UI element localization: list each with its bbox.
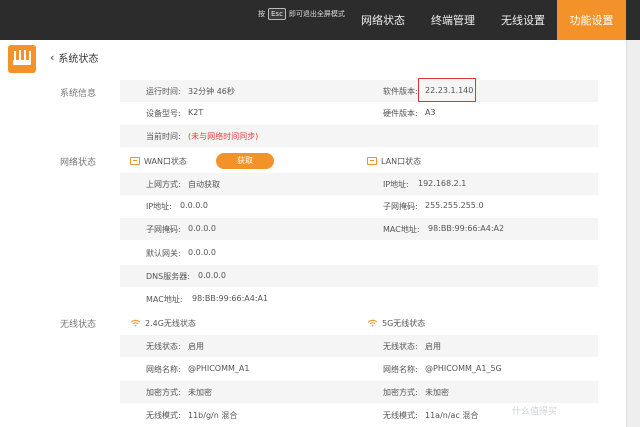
router-logo-icon — [8, 45, 36, 73]
row-band-titles: 2.4G无线状态 5G无线状态 — [120, 312, 598, 334]
wan-mode-label: 上网方式: — [146, 180, 181, 189]
band5-status-label: 无线状态: — [383, 342, 418, 351]
software-version-label: 软件版本: — [383, 87, 418, 96]
band24-ssid-value: @PHICOMM_A1 — [188, 364, 250, 373]
band24-status-value: 启用 — [188, 342, 204, 351]
band24-enc-value: 未加密 — [188, 388, 212, 397]
wan-ip-label: IP地址: — [146, 202, 172, 211]
wan-mask-value: 0.0.0.0 — [188, 224, 216, 233]
nav-network-status[interactable]: 网络状态 — [350, 0, 416, 40]
row-dns: DNS服务器: 0.0.0.0 — [120, 265, 598, 287]
band24-title-label: 2.4G无线状态 — [145, 319, 196, 328]
chevron-left-icon: ‹ — [50, 51, 55, 64]
band5-title-label: 5G无线状态 — [382, 319, 426, 328]
row-current-time: 当前时间: (未与网络时间同步) — [120, 125, 598, 147]
row-ip: IP地址: 0.0.0.0 子网掩码: 255.255.255.0 — [120, 195, 598, 217]
fullscreen-hint-text: 即可退出全屏模式 — [288, 10, 345, 18]
section-system-info: 系统信息 — [60, 89, 97, 99]
row-uptime: 运行时间: 32分钟 46秒 软件版本: 22.23.1.140 — [120, 80, 598, 102]
lan-ip-value: 192.168.2.1 — [418, 179, 467, 188]
uptime-label: 运行时间: — [146, 87, 181, 96]
wan-mac-value: 98:BB:99:66:A4:A1 — [192, 294, 269, 303]
top-nav-bar: 按 Esc 即可退出全屏模式 网络状态 终端管理 无线设置 功能设置 — [0, 0, 640, 40]
back-breadcrumb[interactable]: ‹ 系统状态 — [50, 50, 98, 65]
lan-mask-label: 子网掩码: — [383, 202, 418, 211]
band24-enc-label: 加密方式: — [146, 388, 181, 397]
current-time-label: 当前时间: — [146, 132, 181, 141]
nav-function-settings[interactable]: 功能设置 — [557, 0, 626, 40]
wan-dns-value: 0.0.0.0 — [198, 271, 226, 280]
fullscreen-hint: 按 Esc 即可退出全屏模式 — [258, 5, 345, 23]
row-wan-mac: MAC地址: 98:BB:99:66:A4:A1 — [120, 288, 598, 310]
band24-mode-value: 11b/g/n 混合 — [188, 411, 238, 420]
wan-gateway-label: 默认网关: — [146, 249, 181, 258]
wifi-5g-icon — [367, 319, 378, 327]
band5-enc-value: 未加密 — [425, 388, 449, 397]
lan-mac-label: MAC地址: — [383, 225, 420, 234]
wan-mask-label: 子网掩码: — [146, 225, 181, 234]
model-label: 设备型号: — [146, 109, 181, 118]
breadcrumb-label: 系统状态 — [58, 54, 99, 65]
band5-title: 5G无线状态 — [367, 318, 425, 329]
hardware-version-label: 硬件版本: — [383, 109, 418, 118]
wan-title: WAN口状态 — [130, 156, 187, 167]
section-network-status: 网络状态 — [60, 158, 97, 168]
band24-status-label: 无线状态: — [146, 342, 181, 351]
lan-mask-value: 255.255.255.0 — [425, 201, 484, 210]
row-mask: 子网掩码: 0.0.0.0 MAC地址: 98:BB:99:66:A4:A2 — [120, 218, 598, 240]
band5-enc-label: 加密方式: — [383, 388, 418, 397]
esc-key: Esc — [268, 8, 286, 20]
section-wireless-status: 无线状态 — [60, 320, 97, 330]
lan-ip-label: IP地址: — [383, 180, 409, 189]
lan-mac-value: 98:BB:99:66:A4:A2 — [428, 224, 505, 233]
wan-gateway-value: 0.0.0.0 — [188, 248, 216, 257]
hardware-version-value: A3 — [425, 108, 436, 117]
model-value: K2T — [188, 108, 204, 117]
watermark: 什么值得买 — [512, 407, 558, 417]
lan-title: LAN口状态 — [367, 156, 421, 167]
scrollbar[interactable] — [626, 40, 640, 427]
uptime-value: 32分钟 46秒 — [188, 87, 235, 96]
band5-ssid-value: @PHICOMM_A1_5G — [425, 364, 502, 373]
lan-port-icon — [367, 157, 377, 165]
software-version-highlight — [418, 78, 476, 102]
row-ssid: 网络名称: @PHICOMM_A1 网络名称: @PHICOMM_A1_5G — [120, 358, 598, 380]
nav-wireless-settings[interactable]: 无线设置 — [490, 0, 556, 40]
band5-ssid-label: 网络名称: — [383, 365, 418, 374]
fullscreen-hint-press: 按 — [258, 10, 265, 18]
row-encryption: 加密方式: 未加密 加密方式: 未加密 — [120, 381, 598, 403]
row-port-titles: WAN口状态 LAN口状态 — [120, 150, 598, 172]
lan-title-label: LAN口状态 — [381, 157, 422, 166]
wan-title-label: WAN口状态 — [144, 157, 187, 166]
obtain-button[interactable]: 获取 — [216, 153, 274, 169]
band24-title: 2.4G无线状态 — [130, 318, 196, 329]
band24-ssid-label: 网络名称: — [146, 365, 181, 374]
band5-mode-value: 11a/n/ac 混合 — [425, 411, 479, 420]
row-wireless-enabled: 无线状态: 启用 无线状态: 启用 — [120, 335, 598, 357]
wan-mac-label: MAC地址: — [146, 295, 183, 304]
wan-dns-label: DNS服务器: — [146, 272, 190, 281]
row-gateway: 默认网关: 0.0.0.0 — [120, 242, 598, 264]
wifi-24g-icon — [130, 319, 141, 327]
wan-port-icon — [130, 157, 140, 165]
row-model: 设备型号: K2T 硬件版本: A3 — [120, 102, 598, 124]
band5-status-value: 启用 — [425, 342, 441, 351]
row-connection-mode: 上网方式: 自动获取 IP地址: 192.168.2.1 — [120, 173, 598, 195]
wan-ip-value: 0.0.0.0 — [180, 201, 208, 210]
nav-terminal-management[interactable]: 终端管理 — [420, 0, 486, 40]
current-time-value: (未与网络时间同步) — [188, 132, 259, 141]
band5-mode-label: 无线模式: — [383, 411, 418, 420]
wan-mode-value: 自动获取 — [188, 180, 220, 189]
band24-mode-label: 无线模式: — [146, 411, 181, 420]
